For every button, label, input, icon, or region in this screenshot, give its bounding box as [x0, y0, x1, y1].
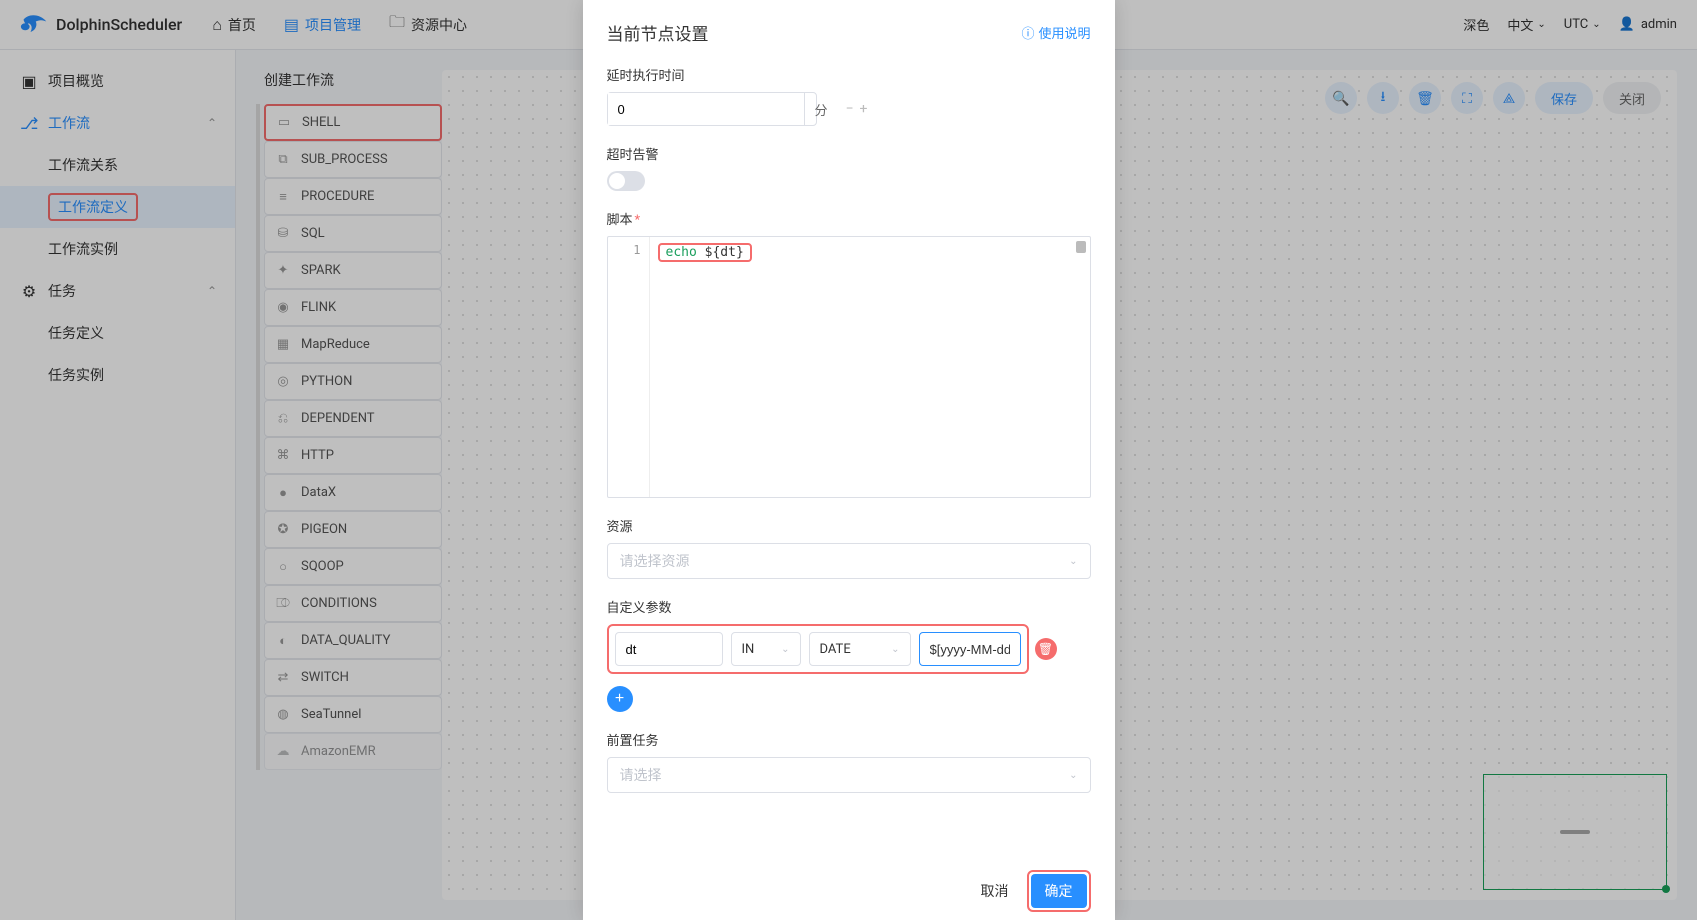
param-direction-select[interactable]: IN⌄ [731, 632, 801, 666]
delay-group: 延时执行时间 分 −+ [607, 65, 1091, 126]
chevron-down-icon: ⌄ [1069, 556, 1077, 567]
chevron-down-icon: ⌄ [891, 644, 899, 655]
chevron-down-icon: ⌄ [781, 644, 789, 655]
cancel-button[interactable]: 取消 [977, 875, 1013, 907]
pre-task-select[interactable]: 请选择 ⌄ [607, 757, 1091, 793]
resource-label: 资源 [607, 516, 1091, 535]
help-link[interactable]: ⓘ 使用说明 [1021, 23, 1090, 42]
script-highlight: echo ${dt} [658, 243, 752, 262]
delay-unit: 分 [804, 93, 838, 125]
drawer-footer: 取消 确定 [583, 860, 1115, 920]
node-settings-drawer: 当前节点设置 ⓘ 使用说明 延时执行时间 分 −+ 超时告警 脚本* 1 ech… [583, 0, 1115, 920]
drawer-header: 当前节点设置 ⓘ 使用说明 [583, 0, 1115, 57]
chevron-down-icon: ⌄ [1069, 770, 1077, 781]
plus-icon[interactable]: + [860, 101, 868, 117]
resource-select[interactable]: 请选择资源 ⌄ [607, 543, 1091, 579]
number-stepper[interactable]: −+ [838, 101, 876, 117]
code-gutter: 1 [608, 237, 650, 497]
drawer-body: 延时执行时间 分 −+ 超时告警 脚本* 1 echo ${dt} 资源 [583, 57, 1115, 867]
confirm-highlight: 确定 [1027, 870, 1091, 912]
code-content: echo ${dt} [608, 237, 1090, 262]
script-editor[interactable]: 1 echo ${dt} [607, 236, 1091, 498]
param-name-input[interactable] [615, 632, 723, 666]
custom-param-label: 自定义参数 [607, 597, 1091, 616]
minus-icon[interactable]: − [846, 101, 854, 117]
timeout-label: 超时告警 [607, 144, 1091, 163]
pre-task-label: 前置任务 [607, 730, 1091, 749]
pre-task-group: 前置任务 请选择 ⌄ [607, 730, 1091, 793]
script-group: 脚本* 1 echo ${dt} [607, 209, 1091, 498]
delay-input[interactable] [608, 93, 804, 125]
delay-input-wrapper: 分 −+ [607, 92, 817, 126]
confirm-button[interactable]: 确定 [1031, 874, 1087, 908]
resource-group: 资源 请选择资源 ⌄ [607, 516, 1091, 579]
plus-icon: + [615, 690, 624, 708]
param-value-input[interactable] [919, 632, 1021, 666]
trash-icon: 🗑 [1038, 642, 1053, 656]
editor-scrollbar[interactable] [1076, 241, 1086, 253]
add-param-button[interactable]: + [607, 686, 633, 712]
help-icon: ⓘ [1021, 23, 1034, 42]
delay-label: 延时执行时间 [607, 65, 1091, 84]
timeout-group: 超时告警 [607, 144, 1091, 191]
custom-param-group: 自定义参数 IN⌄ DATE⌄ 🗑 + [607, 597, 1091, 712]
param-type-select[interactable]: DATE⌄ [809, 632, 911, 666]
param-row-highlight: IN⌄ DATE⌄ [607, 624, 1029, 674]
drawer-title: 当前节点设置 [607, 20, 709, 45]
timeout-switch[interactable] [607, 171, 645, 191]
script-label: 脚本* [607, 209, 1091, 228]
param-delete-button[interactable]: 🗑 [1035, 638, 1057, 660]
